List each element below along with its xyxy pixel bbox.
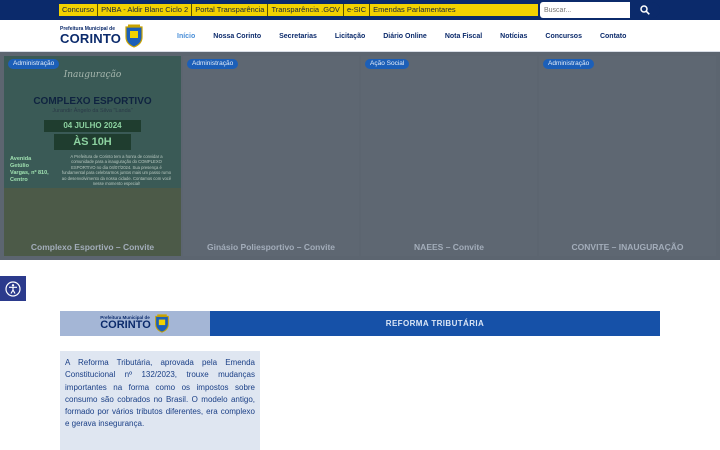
accessibility-button[interactable]: [0, 276, 26, 301]
quick-link-pnba[interactable]: PNBA - Aldir Blanc Ciclo 2: [98, 4, 193, 16]
poster-script: Inauguração: [63, 70, 122, 80]
reforma-title: REFORMA TRIBUTÁRIA: [210, 311, 660, 336]
slide-caption[interactable]: CONVITE – INAUGURAÇÃO: [539, 242, 716, 252]
search-input[interactable]: [540, 2, 630, 18]
reforma-logo: Prefeitura Municipal de CORINTO: [60, 311, 210, 336]
news-slider: Inauguração COMPLEXO ESPORTIVO Jurandir …: [0, 52, 720, 260]
slide-poster: Inauguração COMPLEXO ESPORTIVO Jurandir …: [4, 56, 181, 256]
logo-title: CORINTO: [60, 31, 122, 46]
poster-subtitle: Jurandir Ângelo da Silva "Landa": [52, 108, 133, 114]
nav-item-concursos[interactable]: Concursos: [545, 33, 582, 40]
slide-category-badge[interactable]: Administração: [8, 59, 60, 69]
slide-category-badge[interactable]: Ação Social: [365, 59, 410, 69]
crest-icon: [154, 314, 169, 333]
slide-category-badge[interactable]: Administração: [187, 59, 239, 69]
quick-links: Concurso PNBA - Aldir Blanc Ciclo 2 Port…: [59, 4, 538, 16]
crest-icon: [125, 24, 143, 48]
poster-date: 04 JULHO 2024: [44, 120, 141, 132]
slide-caption[interactable]: Complexo Esportivo – Convite: [4, 242, 181, 252]
search-box: [540, 2, 660, 18]
quick-link-emendas[interactable]: Emendas Parlamentares: [370, 4, 459, 16]
slide-card[interactable]: Administração Ginásio Poliesportivo – Co…: [183, 56, 359, 256]
quick-link-concurso[interactable]: Concurso: [59, 4, 99, 16]
poster-address: Avenida Getúlio Vargas, nº 810, Centro: [10, 156, 49, 184]
top-bar: Concurso PNBA - Aldir Blanc Ciclo 2 Port…: [0, 0, 720, 20]
nav-item-contato[interactable]: Contato: [600, 33, 626, 40]
reforma-text: A Reforma Tributária, aprovada pela Emen…: [60, 351, 260, 450]
site-logo[interactable]: Prefeitura Municipal de CORINTO: [60, 23, 152, 49]
reforma-logo-title: CORINTO: [100, 319, 151, 332]
slide-category-badge[interactable]: Administração: [543, 59, 595, 69]
main-nav: Prefeitura Municipal de CORINTO Início N…: [0, 20, 720, 52]
nav-item-licitacao[interactable]: Licitação: [335, 33, 365, 40]
quick-link-transparencia-gov[interactable]: Transparência .GOV: [268, 4, 344, 16]
accessibility-icon: [5, 280, 21, 297]
slide-card[interactable]: Inauguração COMPLEXO ESPORTIVO Jurandir …: [4, 56, 181, 256]
poster-title: COMPLEXO ESPORTIVO: [33, 96, 152, 107]
nav-item-inicio[interactable]: Início: [177, 33, 195, 40]
quick-link-portal-transparencia[interactable]: Portal Transparência: [192, 4, 269, 16]
poster-time: ÀS 10H: [54, 134, 131, 150]
nav-item-nota-fiscal[interactable]: Nota Fiscal: [445, 33, 482, 40]
quick-link-esic[interactable]: e-SIC: [344, 4, 371, 16]
slide-card[interactable]: Ação Social NAEES – Convite: [361, 56, 537, 256]
search-button[interactable]: [630, 2, 660, 18]
nav-item-diario-online[interactable]: Diário Online: [383, 33, 427, 40]
search-icon: [640, 5, 650, 15]
nav-item-nossa-corinto[interactable]: Nossa Corinto: [213, 33, 261, 40]
nav-item-noticias[interactable]: Notícias: [500, 33, 527, 40]
poster-note: A Prefeitura de Corinto tem a honra de c…: [61, 154, 172, 187]
slide-caption[interactable]: NAEES – Convite: [361, 242, 537, 252]
slide-caption[interactable]: Ginásio Poliesportivo – Convite: [183, 242, 359, 252]
slide-card[interactable]: Administração CONVITE – INAUGURAÇÃO: [539, 56, 716, 256]
nav-item-secretarias[interactable]: Secretarias: [279, 33, 317, 40]
nav-menu: Início Nossa Corinto Secretarias Licitaç…: [168, 20, 635, 52]
